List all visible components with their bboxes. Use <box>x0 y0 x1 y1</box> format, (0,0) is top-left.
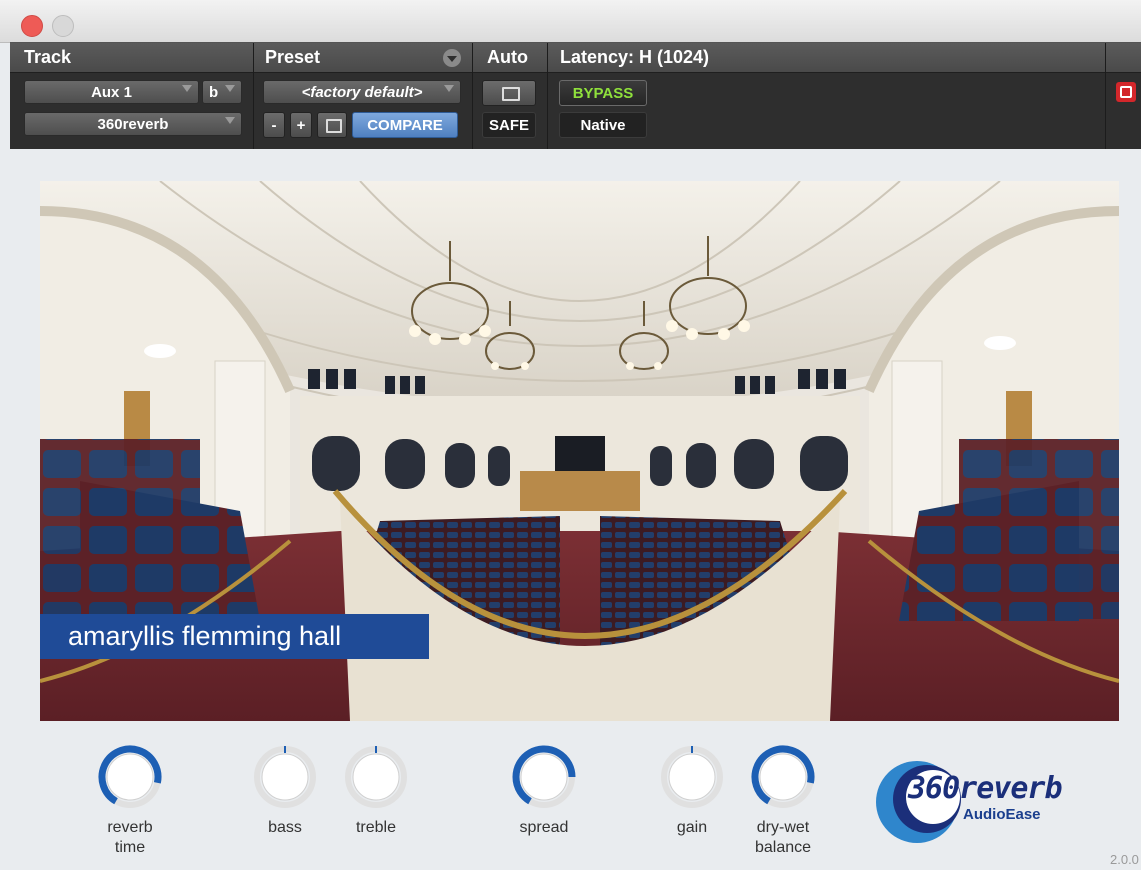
logo-brand: AudioEase <box>963 806 1041 823</box>
safe-button[interactable]: SAFE <box>482 112 536 138</box>
track-heading: Track <box>24 47 72 67</box>
close-window-button[interactable] <box>21 15 43 37</box>
bypass-button[interactable]: BYPASS <box>559 80 647 106</box>
record-icon[interactable] <box>1116 82 1136 102</box>
bass-label: bass <box>268 819 302 836</box>
copy-icon <box>326 119 342 133</box>
dry-wet-balance-label: dry-wet balance <box>754 819 812 856</box>
360reverb-logo: 360reverb AudioEase <box>875 757 1105 847</box>
gain-label: gain <box>676 819 708 836</box>
divider <box>253 43 254 149</box>
automation-button[interactable] <box>482 80 536 106</box>
divider <box>547 43 548 149</box>
auto-heading: Auto <box>487 47 528 67</box>
preset-select-value: <factory default> <box>301 84 423 101</box>
reverb-time-knob[interactable] <box>97 744 163 810</box>
plugin-select[interactable]: 360reverb <box>24 112 242 136</box>
plugin-header: Track Preset Auto Latency: H (1024) Aux … <box>10 42 1141 149</box>
version-label: 2.0.0 <box>1110 852 1139 867</box>
chevron-down-icon <box>225 85 235 92</box>
preset-heading: Preset <box>265 47 321 67</box>
gain-knob[interactable] <box>659 744 725 810</box>
bass-knob[interactable] <box>252 744 318 810</box>
minimize-window-button[interactable] <box>52 15 74 37</box>
track-variant-value: b <box>209 84 219 101</box>
treble-knob[interactable] <box>343 744 409 810</box>
chevron-down-icon <box>182 85 192 92</box>
automation-icon <box>502 87 520 101</box>
treble-label: treble <box>355 819 397 836</box>
dry-wet-balance-knob[interactable] <box>750 744 816 810</box>
chevron-down-icon <box>444 85 454 92</box>
preset-menu-icon[interactable] <box>443 49 461 67</box>
plugin-select-value: 360reverb <box>97 116 169 133</box>
copy-settings-button[interactable] <box>317 112 347 138</box>
track-select-value: Aux 1 <box>91 84 132 101</box>
divider <box>1105 43 1106 149</box>
track-variant-select[interactable]: b <box>202 80 242 104</box>
logo-title: 360reverb <box>908 771 1063 806</box>
spread-label: spread <box>519 819 569 836</box>
compare-button[interactable]: COMPARE <box>352 112 458 138</box>
preset-select[interactable]: <factory default> <box>263 80 461 104</box>
title-bar <box>0 0 1141 43</box>
chevron-down-icon <box>225 117 235 124</box>
divider <box>472 43 473 149</box>
track-select[interactable]: Aux 1 <box>24 80 199 104</box>
latency-heading: Latency: H (1024) <box>560 47 710 67</box>
native-button[interactable]: Native <box>559 112 647 138</box>
previous-preset-button[interactable]: - <box>263 112 285 138</box>
reverb-time-label: reverb time <box>107 819 153 856</box>
spread-knob[interactable] <box>511 744 577 810</box>
next-preset-button[interactable]: + <box>290 112 312 138</box>
room-name-label: amaryllis flemming hall <box>40 614 429 659</box>
